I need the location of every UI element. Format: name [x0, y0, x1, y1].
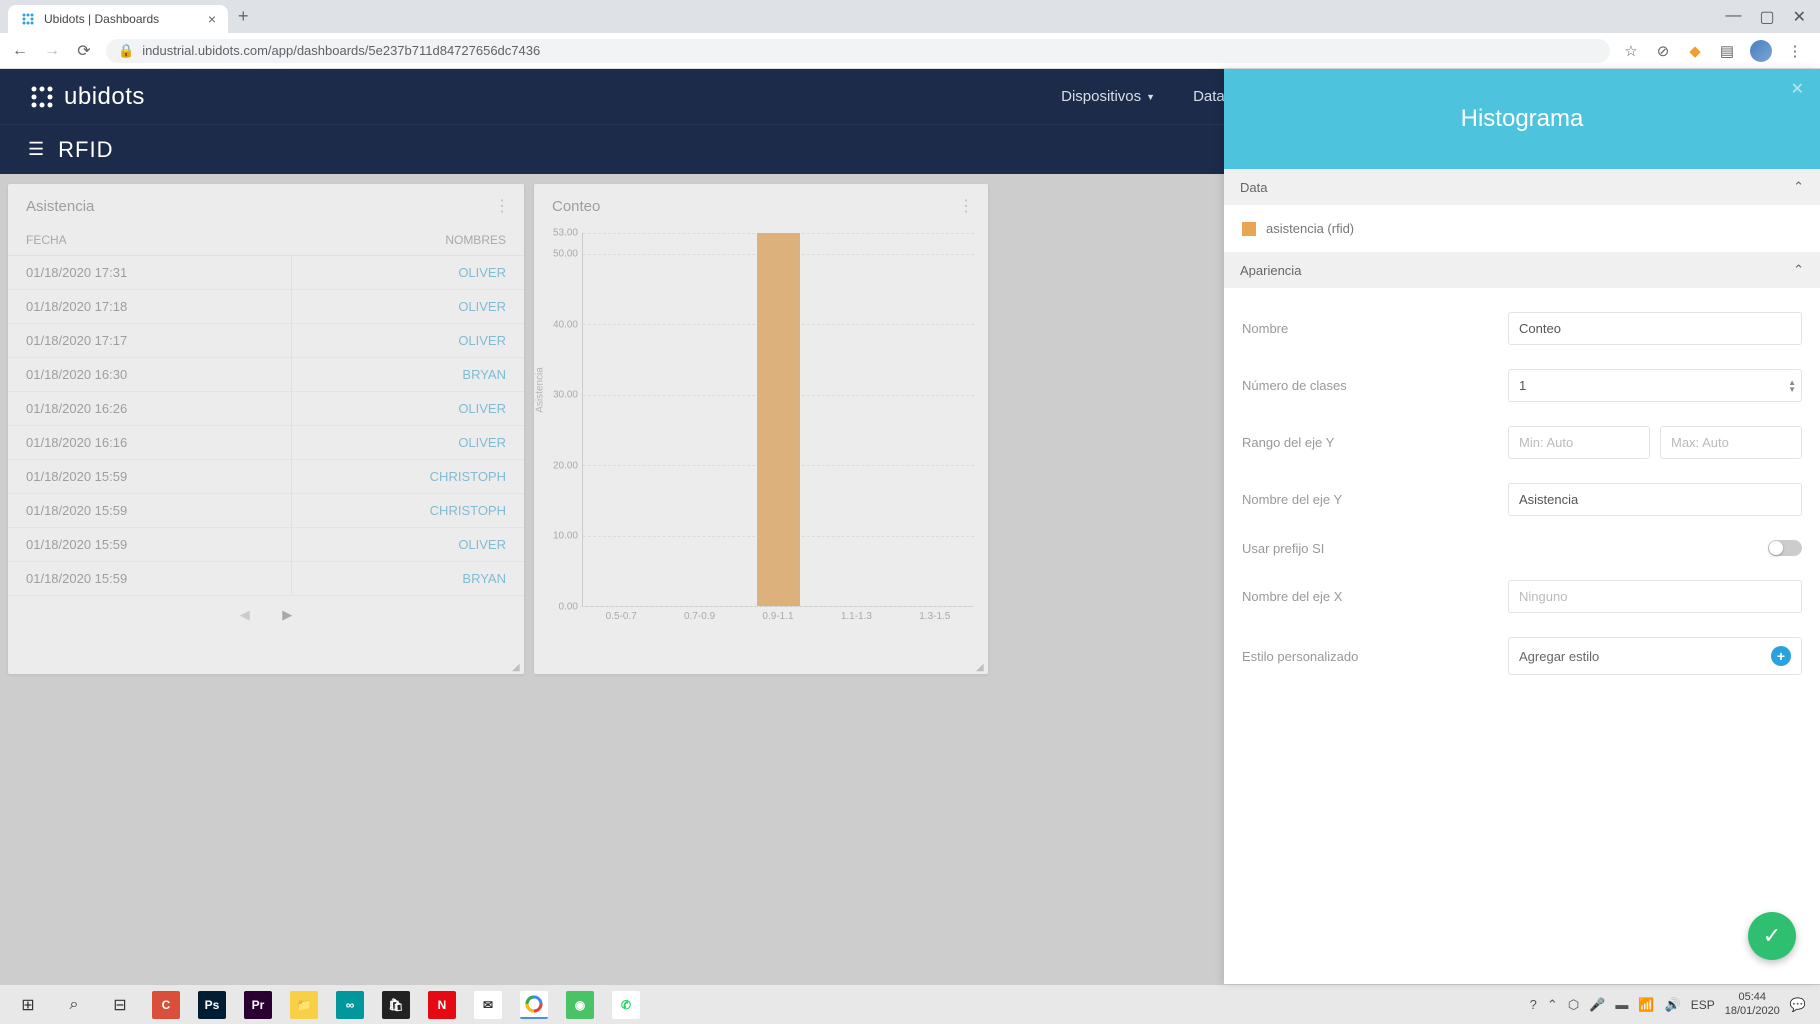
tray-dropbox-icon[interactable]: ⬡	[1568, 997, 1579, 1013]
tray-wifi-icon[interactable]: 📶	[1638, 997, 1654, 1013]
brand-logo[interactable]: ubidots	[28, 83, 145, 111]
section-data-header[interactable]: Data ⌃	[1224, 169, 1820, 205]
name-input[interactable]	[1508, 312, 1802, 345]
classes-label: Número de clases	[1242, 378, 1492, 393]
variable-item[interactable]: asistencia (rfid)	[1240, 217, 1804, 240]
add-style-button[interactable]: Agregar estilo +	[1508, 637, 1802, 675]
taskbar-app[interactable]: Pr	[244, 991, 272, 1019]
panel-header: Histograma ✕	[1224, 69, 1820, 169]
hamburger-icon[interactable]: ☰	[28, 139, 44, 160]
reader-icon[interactable]: ▤	[1718, 42, 1736, 60]
taskbar-app[interactable]: ◉	[566, 991, 594, 1019]
search-icon[interactable]: ⌕	[52, 987, 96, 1023]
color-swatch	[1242, 222, 1256, 236]
tab-title: Ubidots | Dashboards	[44, 12, 159, 26]
style-label: Estilo personalizado	[1242, 649, 1492, 664]
ymax-input[interactable]	[1660, 426, 1802, 459]
close-icon[interactable]: ✕	[1791, 79, 1804, 99]
taskbar-app[interactable]: ✆	[612, 991, 640, 1019]
taskbar-app[interactable]: ✉	[474, 991, 502, 1019]
caret-down-icon: ▼	[1146, 92, 1155, 102]
logo-icon	[28, 83, 56, 111]
brand-text: ubidots	[64, 83, 145, 111]
reload-button[interactable]: ⟳	[74, 41, 94, 61]
taskbar-app[interactable]: 🛍	[382, 991, 410, 1019]
new-tab-button[interactable]: +	[228, 0, 259, 33]
tray-notifications-icon[interactable]: 💬	[1790, 997, 1806, 1013]
tray-chevron-icon[interactable]: ⌃	[1547, 997, 1558, 1013]
url-input[interactable]: 🔒 industrial.ubidots.com/app/dashboards/…	[106, 39, 1610, 63]
lock-icon: 🔒	[118, 43, 134, 59]
address-bar: ← → ⟳ 🔒 industrial.ubidots.com/app/dashb…	[0, 33, 1820, 69]
forward-button[interactable]: →	[42, 42, 62, 60]
profile-avatar[interactable]	[1750, 40, 1772, 62]
tray-mic-icon[interactable]: 🎤	[1589, 997, 1605, 1013]
yname-label: Nombre del eje Y	[1242, 492, 1492, 507]
ymin-input[interactable]	[1508, 426, 1650, 459]
taskbar-app[interactable]: N	[428, 991, 456, 1019]
classes-input[interactable]	[1508, 369, 1802, 402]
tab-favicon	[20, 11, 36, 27]
settings-panel: Histograma ✕ Data ⌃ asistencia (rfid) Ap…	[1224, 69, 1820, 984]
yname-input[interactable]	[1508, 483, 1802, 516]
back-button[interactable]: ←	[10, 42, 30, 60]
tray-help-icon[interactable]: ?	[1530, 997, 1537, 1012]
tray-battery-icon[interactable]: ▬	[1615, 997, 1628, 1012]
si-label: Usar prefijo SI	[1242, 541, 1492, 556]
window-close-icon[interactable]: ✕	[1793, 7, 1806, 27]
taskbar-app[interactable]: Ps	[198, 991, 226, 1019]
window-maximize-icon[interactable]: ▢	[1759, 7, 1774, 27]
browser-tab-strip: Ubidots | Dashboards × + — ▢ ✕	[0, 0, 1820, 33]
task-view-icon[interactable]: ⊟	[98, 987, 142, 1023]
chevron-up-icon: ⌃	[1793, 179, 1804, 195]
window-minimize-icon[interactable]: —	[1725, 7, 1741, 27]
tab-close-icon[interactable]: ×	[208, 11, 216, 27]
yrange-label: Rango del eje Y	[1242, 435, 1492, 450]
start-button[interactable]: ⊞	[6, 987, 50, 1023]
block-icon[interactable]: ⊘	[1654, 42, 1672, 60]
check-icon: ✓	[1763, 923, 1781, 949]
star-icon[interactable]: ☆	[1622, 42, 1640, 60]
browser-tab[interactable]: Ubidots | Dashboards ×	[8, 5, 228, 33]
nav-devices[interactable]: Dispositivos▼	[1061, 88, 1155, 105]
extension-icon[interactable]: ◆	[1686, 42, 1704, 60]
xname-input[interactable]	[1508, 580, 1802, 613]
taskbar-app[interactable]: ∞	[336, 991, 364, 1019]
name-label: Nombre	[1242, 321, 1492, 336]
section-appearance-header[interactable]: Apariencia ⌃	[1224, 252, 1820, 288]
confirm-button[interactable]: ✓	[1748, 912, 1796, 960]
tray-clock[interactable]: 05:44 18/01/2020	[1725, 991, 1780, 1017]
tray-volume-icon[interactable]: 🔊	[1665, 997, 1681, 1013]
menu-icon[interactable]: ⋮	[1786, 42, 1804, 60]
variable-label: asistencia (rfid)	[1266, 221, 1354, 236]
tray-language[interactable]: ESP	[1691, 998, 1715, 1012]
si-toggle[interactable]	[1768, 540, 1802, 556]
taskbar-app[interactable]: C	[152, 991, 180, 1019]
xname-label: Nombre del eje X	[1242, 589, 1492, 604]
taskbar-app[interactable]	[520, 991, 548, 1019]
panel-title: Histograma	[1461, 105, 1584, 133]
plus-icon: +	[1771, 646, 1791, 666]
number-spinner[interactable]: ▲▼	[1788, 379, 1796, 393]
windows-taskbar: ⊞ ⌕ ⊟ C Ps Pr 📁 ∞ 🛍 N ✉ ◉ ✆ ? ⌃ ⬡ 🎤 ▬ 📶 …	[0, 984, 1820, 1024]
chevron-up-icon: ⌃	[1793, 262, 1804, 278]
url-text: industrial.ubidots.com/app/dashboards/5e…	[142, 43, 540, 58]
taskbar-app[interactable]: 📁	[290, 991, 318, 1019]
dashboard-title: RFID	[58, 137, 113, 163]
